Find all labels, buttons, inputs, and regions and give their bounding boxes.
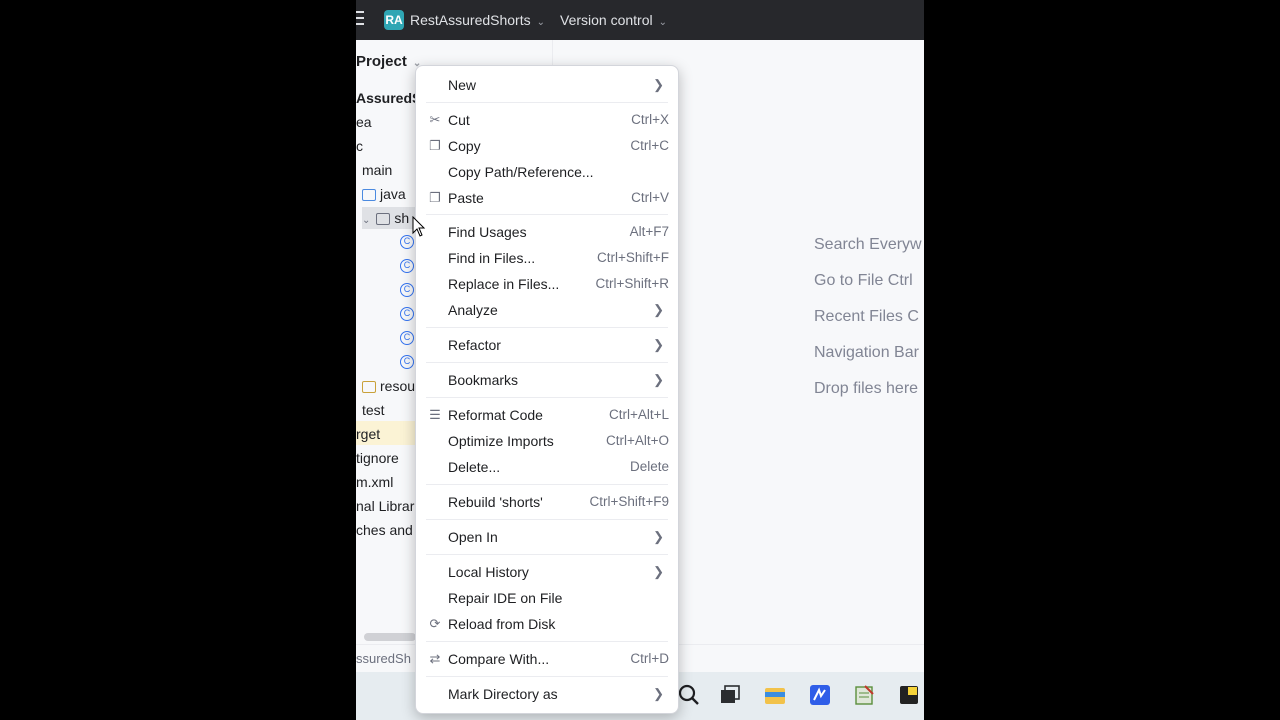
tree-item-root[interactable]: AssuredS <box>356 87 421 109</box>
menu-item-mark-directory[interactable]: Mark Directory as ❯ <box>416 682 678 706</box>
tree-item-idea[interactable]: ea <box>356 111 372 133</box>
notepad-icon[interactable] <box>853 684 875 706</box>
search-icon[interactable] <box>678 684 700 706</box>
menu-item-reload-from-disk[interactable]: ⟳ Reload from Disk <box>416 612 678 636</box>
menu-separator <box>426 214 668 215</box>
reformat-icon: ☰ <box>429 407 441 422</box>
mouse-cursor-icon <box>412 216 426 237</box>
chevron-right-icon: ❯ <box>653 302 664 317</box>
hint-search-everywhere: Search Everyw <box>814 236 922 253</box>
menu-item-delete[interactable]: Delete... Delete <box>416 455 678 479</box>
menu-separator <box>426 362 668 363</box>
scissors-icon: ✂ <box>429 112 441 127</box>
menu-separator <box>426 327 668 328</box>
tree-item-shorts[interactable]: ⌄ sh <box>362 207 416 229</box>
task-view-icon[interactable] <box>719 684 741 706</box>
tree-item-gitignore[interactable]: tignore <box>356 447 399 469</box>
chevron-right-icon: ❯ <box>653 372 664 387</box>
chevron-right-icon: ❯ <box>653 686 664 701</box>
paste-icon: ❐ <box>429 190 441 205</box>
compare-icon: ⇄ <box>429 651 441 666</box>
project-pane-title[interactable]: Project ⌄ <box>356 53 421 70</box>
chevron-down-icon: ⌄ <box>536 17 545 28</box>
copy-icon: ❐ <box>429 138 441 153</box>
tree-item-src[interactable]: c <box>356 135 363 157</box>
context-menu: New ❯ ✂ Cut Ctrl+X ❐ Copy Ctrl+C Copy Path/Re… <box>415 65 679 714</box>
project-name: RestAssuredShorts <box>410 12 531 28</box>
project-switcher[interactable]: RestAssuredShorts ⌄ <box>410 12 545 28</box>
menu-item-rebuild[interactable]: Rebuild 'shorts' Ctrl+Shift+F9 <box>416 490 678 514</box>
class-icon[interactable]: C <box>400 259 414 273</box>
chevron-down-icon: ⌄ <box>658 17 667 28</box>
folder-icon <box>362 189 376 202</box>
chevron-right-icon: ❯ <box>653 564 664 579</box>
tree-item-main[interactable]: main <box>362 159 392 181</box>
hint-navigation-bar: Navigation Bar <box>814 344 919 361</box>
main-menu-icon[interactable] <box>356 11 364 25</box>
tree-item-pom[interactable]: m.xml <box>356 471 393 493</box>
tree-item-scratches[interactable]: ches and <box>356 519 413 541</box>
class-icon[interactable]: C <box>400 307 414 321</box>
menu-separator <box>426 397 668 398</box>
horizontal-scrollbar[interactable] <box>364 633 416 641</box>
menu-item-optimize-imports[interactable]: Optimize Imports Ctrl+Alt+O <box>416 429 678 453</box>
chevron-right-icon: ❯ <box>653 529 664 544</box>
menu-item-reformat-code[interactable]: ☰ Reformat Code Ctrl+Alt+L <box>416 403 678 427</box>
menu-separator <box>426 554 668 555</box>
menu-item-new[interactable]: New ❯ <box>416 73 678 97</box>
menu-item-copy-path[interactable]: Copy Path/Reference... <box>416 160 678 184</box>
class-icon[interactable]: C <box>400 355 414 369</box>
project-badge: RA <box>384 10 404 30</box>
menu-separator <box>426 519 668 520</box>
tree-item-resources[interactable]: resou <box>362 375 415 397</box>
menu-item-repair-ide[interactable]: Repair IDE on File <box>416 586 678 610</box>
resources-folder-icon <box>362 381 376 394</box>
menu-separator <box>426 102 668 103</box>
reload-icon: ⟳ <box>429 616 441 631</box>
version-control-menu[interactable]: Version control ⌄ <box>560 12 667 28</box>
menu-item-find-in-files[interactable]: Find in Files... Ctrl+Shift+F <box>416 246 678 270</box>
intellij-icon[interactable] <box>809 684 831 706</box>
menu-item-paste[interactable]: ❐ Paste Ctrl+V <box>416 186 678 210</box>
title-bar: RA RestAssuredShorts ⌄ Version control ⌄ <box>356 0 924 40</box>
menu-item-cut[interactable]: ✂ Cut Ctrl+X <box>416 108 678 132</box>
menu-item-analyze[interactable]: Analyze ❯ <box>416 298 678 322</box>
file-explorer-icon[interactable] <box>764 684 786 706</box>
chevron-right-icon: ❯ <box>653 337 664 352</box>
hint-recent-files: Recent Files C <box>814 308 919 325</box>
hint-drop-files: Drop files here <box>814 380 919 397</box>
menu-item-find-usages[interactable]: Find Usages Alt+F7 <box>416 220 678 244</box>
menu-item-open-in[interactable]: Open In ❯ <box>416 525 678 549</box>
menu-item-compare-with[interactable]: ⇄ Compare With... Ctrl+D <box>416 647 678 671</box>
class-icon[interactable]: C <box>400 283 414 297</box>
class-icon[interactable]: C <box>400 331 414 345</box>
tree-item-external-libraries[interactable]: nal Librari <box>356 495 417 517</box>
menu-item-refactor[interactable]: Refactor ❯ <box>416 333 678 357</box>
menu-item-copy[interactable]: ❐ Copy Ctrl+C <box>416 134 678 158</box>
tree-item-target[interactable]: rget <box>356 423 380 445</box>
chevron-down-icon: ⌄ <box>362 215 371 226</box>
tree-item-java[interactable]: java <box>362 183 406 205</box>
menu-item-local-history[interactable]: Local History ❯ <box>416 560 678 584</box>
menu-separator <box>426 484 668 485</box>
menu-item-replace-in-files[interactable]: Replace in Files... Ctrl+Shift+R <box>416 272 678 296</box>
version-control-label: Version control <box>560 12 653 28</box>
menu-separator <box>426 676 668 677</box>
package-icon <box>376 213 391 226</box>
breadcrumb[interactable]: ssuredSh <box>356 651 411 666</box>
menu-separator <box>426 641 668 642</box>
editor-empty-hints: Search Everyw Go to File Ctrl Recent Fil… <box>814 236 922 416</box>
menu-item-bookmarks[interactable]: Bookmarks ❯ <box>416 368 678 392</box>
tree-item-test[interactable]: test <box>362 399 385 421</box>
hint-go-to-file: Go to File Ctrl <box>814 272 913 289</box>
chevron-right-icon: ❯ <box>653 77 664 92</box>
sticky-notes-icon[interactable] <box>898 684 920 706</box>
